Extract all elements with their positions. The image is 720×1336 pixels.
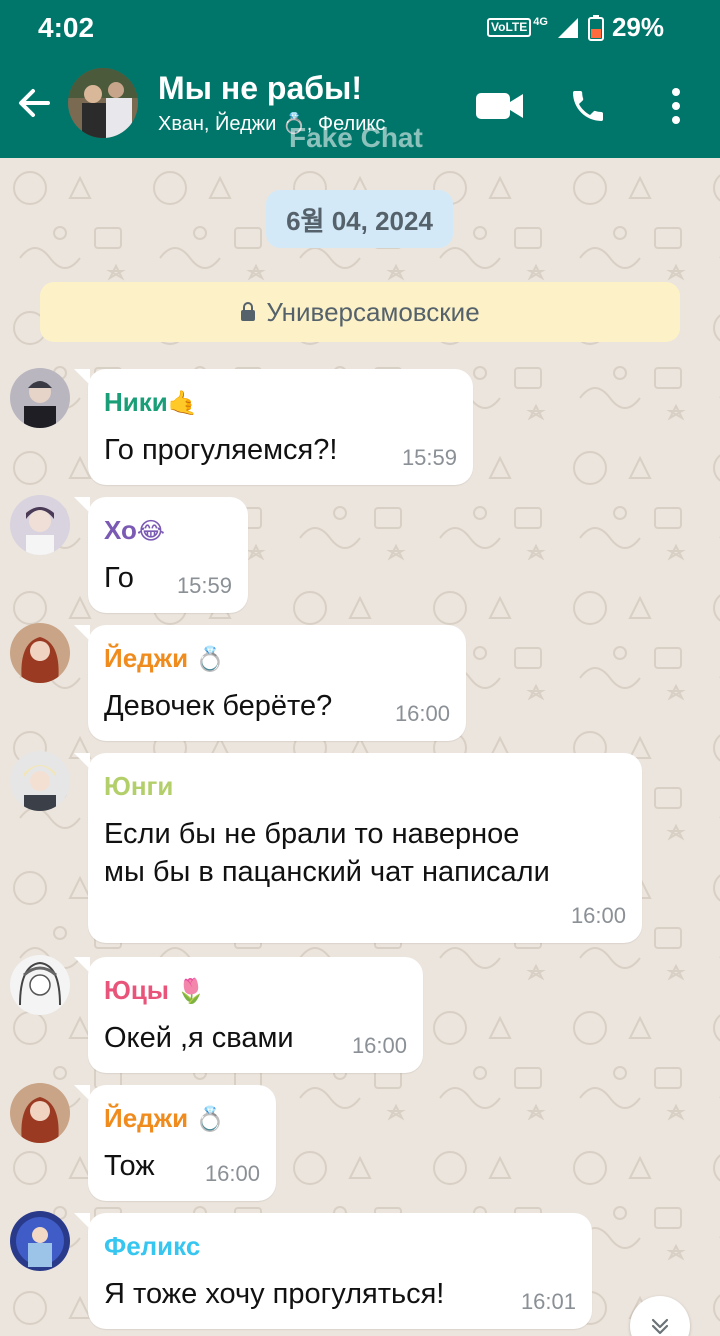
message-time: 16:00	[351, 1033, 407, 1058]
avatar-photo	[10, 1211, 70, 1271]
message-bubble[interactable]: Ники🤙 Го прогуляемся?! 15:59	[74, 369, 473, 485]
avatar[interactable]	[10, 751, 70, 811]
phone-icon	[573, 91, 603, 121]
status-time: 4:02	[38, 12, 95, 43]
date-chip: 6월 04, 2024	[266, 190, 453, 248]
chat-area[interactable]: 6월 04, 2024 Универсамовские Ники🤙 Го про…	[0, 158, 720, 1336]
message-text: Я тоже хочу прогуляться!	[104, 1278, 445, 1310]
back-arrow-icon	[19, 89, 50, 117]
avatar-photo	[10, 1083, 70, 1143]
battery-icon	[587, 14, 604, 41]
avatar[interactable]	[10, 368, 70, 428]
status-indicators: VoLTE 4G 29%	[487, 12, 664, 43]
message-time: 16:00	[570, 903, 626, 928]
message-bubble[interactable]: Юнги Если бы не брали то наверное мы бы …	[74, 753, 642, 943]
message-bubble[interactable]: Йеджи 💍 Тож 16:00	[74, 1085, 276, 1201]
avatar-photo	[10, 368, 70, 428]
avatar[interactable]	[10, 623, 70, 683]
video-call-icon	[476, 93, 523, 119]
signal-icon	[557, 17, 578, 38]
message-sender: Йеджи 💍	[104, 643, 226, 673]
message-time: 15:59	[401, 445, 457, 470]
message-sender: Юцы 🌷	[104, 975, 207, 1005]
message-text: Девочек берёте?	[104, 690, 333, 722]
message-text: Тож	[104, 1150, 155, 1182]
group-avatar[interactable]	[68, 68, 138, 138]
voice-call-button[interactable]	[564, 82, 612, 130]
message-sender: Ники🤙	[104, 387, 198, 417]
avatar[interactable]	[10, 1211, 70, 1271]
message-sender: Феликс	[104, 1231, 201, 1261]
double-chevron-down-icon	[651, 1318, 669, 1335]
lock-icon	[241, 302, 256, 321]
message-sender: Хо😂	[104, 515, 165, 545]
avatar-photo	[10, 751, 70, 811]
avatar[interactable]	[10, 1083, 70, 1143]
avatar[interactable]	[10, 955, 70, 1015]
group-notice-text: Универсамовские	[266, 296, 480, 327]
avatar[interactable]	[10, 495, 70, 555]
message-time: 15:59	[176, 573, 232, 598]
message-bubble[interactable]: Йеджи 💍 Девочек берёте? 16:00	[74, 625, 466, 741]
message-time: 16:01	[520, 1289, 576, 1314]
volte-indicator: VoLTE	[487, 18, 532, 37]
message-text: Окей ,я свами	[104, 1022, 294, 1054]
video-call-button[interactable]	[476, 82, 524, 130]
message-bubble[interactable]: Феликс Я тоже хочу прогуляться! 16:01	[74, 1213, 592, 1329]
group-photo	[68, 68, 138, 138]
message-text: Если бы не брали то наверное мы бы в пац…	[104, 818, 550, 888]
chat-header: Мы не рабы! Хван, Йеджи 💍, Феликс Fake C…	[0, 56, 720, 158]
avatar-photo	[10, 955, 70, 1015]
network-type: 4G	[533, 15, 548, 28]
message-sender: Йеджи 💍	[104, 1103, 226, 1133]
avatar-photo	[10, 495, 70, 555]
message-bubble[interactable]: Хо😂 Го 15:59	[74, 497, 248, 613]
battery-percent: 29%	[611, 12, 664, 42]
message-sender: Юнги	[104, 771, 174, 801]
avatar-photo	[10, 623, 70, 683]
group-notice: Универсамовские	[40, 282, 680, 342]
message-text: Го прогуляемся?!	[104, 434, 338, 466]
status-bar: 4:02 VoLTE 4G 29%	[0, 0, 720, 56]
chat-title[interactable]: Мы не рабы!	[158, 70, 362, 107]
watermark: Fake Chat	[289, 122, 423, 153]
message-time: 16:00	[204, 1161, 260, 1186]
message-text: Го	[104, 562, 134, 594]
back-button[interactable]	[14, 83, 54, 123]
more-options-icon	[672, 88, 680, 124]
more-options-button[interactable]	[652, 82, 700, 130]
message-time: 16:00	[394, 701, 450, 726]
message-bubble[interactable]: Юцы 🌷 Окей ,я свами 16:00	[74, 957, 423, 1073]
